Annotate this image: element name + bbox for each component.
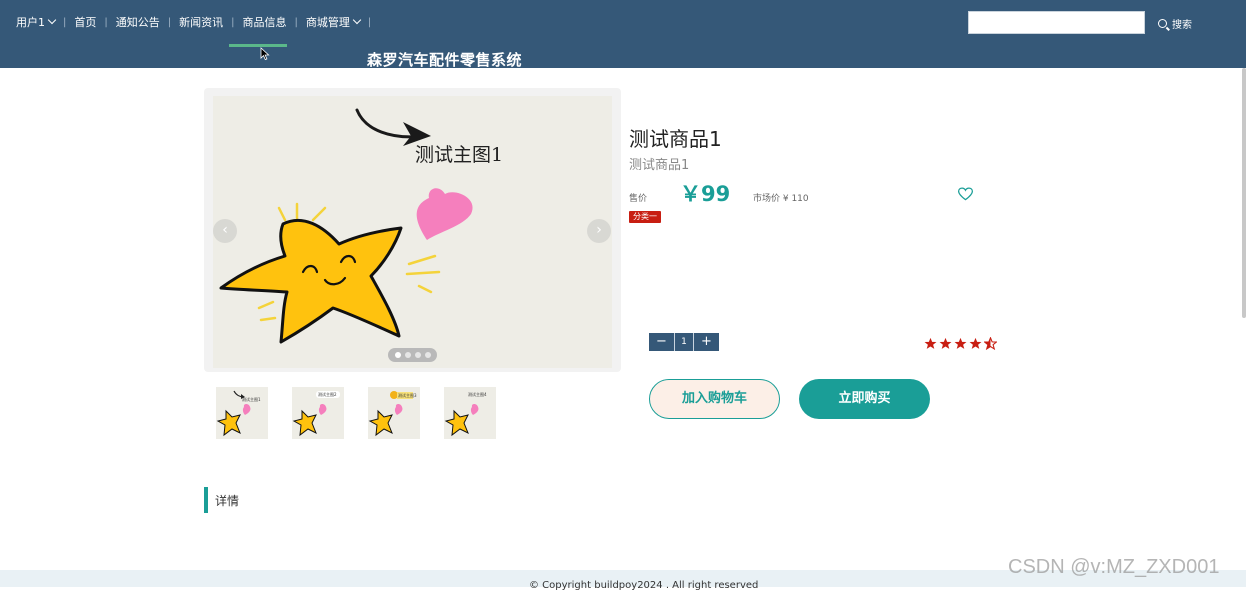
- product-price: ￥99: [680, 182, 731, 206]
- nav-divider: |: [167, 16, 172, 28]
- quantity-increase-button[interactable]: +: [694, 333, 719, 351]
- search-input[interactable]: [968, 11, 1145, 34]
- site-title: 森罗汽车配件零售系统: [367, 51, 523, 69]
- gallery-prev-button[interactable]: ‹: [213, 219, 237, 243]
- thumbnail-1[interactable]: 测试主图1: [216, 387, 268, 439]
- star-icon: [924, 337, 937, 349]
- search-button-label: 搜索: [1172, 20, 1192, 31]
- market-price: 市场价 ¥ 110: [753, 194, 809, 204]
- gallery-dot-4[interactable]: [424, 352, 431, 358]
- thumbnail-4[interactable]: 测试主图4: [444, 387, 496, 439]
- gallery-thumbnails: 测试主图1 测试主图2 测试主图3 测试主图4: [216, 387, 496, 439]
- search-button[interactable]: 搜索: [1158, 16, 1192, 31]
- thumbnail-image: 测试主图3: [368, 391, 417, 437]
- product-main-image[interactable]: 测试主图1: [213, 96, 612, 368]
- star-illustration: 测试主图1: [219, 108, 503, 344]
- user-menu[interactable]: 用户1: [16, 14, 57, 30]
- favorite-button[interactable]: [957, 186, 974, 205]
- page-scrollbar[interactable]: [1242, 68, 1246, 318]
- watermark: CSDN @v:MZ_ZXD001: [1008, 556, 1220, 578]
- star-half-icon: [984, 337, 997, 350]
- category-badge: 分类一: [629, 211, 661, 223]
- chevron-right-icon: ›: [596, 222, 602, 238]
- chevron-down-icon: [47, 15, 57, 25]
- star-icon: [969, 337, 982, 349]
- gallery-dot-1[interactable]: [394, 352, 401, 358]
- thumbnail-caption: 测试主图3: [398, 392, 417, 398]
- product-title: 测试商品1: [629, 127, 722, 151]
- nav-item-mall-admin[interactable]: 商城管理: [305, 14, 362, 30]
- quantity-stepper: − 1 +: [649, 333, 719, 351]
- details-title: 详情: [215, 494, 240, 508]
- plus-icon: +: [701, 334, 712, 349]
- nav-item-products[interactable]: 商品信息: [243, 14, 287, 30]
- star-icon: [939, 337, 952, 349]
- main-image-caption: 测试主图1: [415, 144, 503, 166]
- thumbnail-image: 测试主图1: [216, 390, 261, 437]
- nav-divider: |: [367, 16, 372, 28]
- thumbnail-image: 测试主图4: [444, 391, 487, 437]
- nav-divider: |: [63, 16, 67, 28]
- product-subtitle: 测试商品1: [629, 158, 690, 173]
- nav-item-home[interactable]: 首页: [74, 14, 96, 30]
- thumbnail-3[interactable]: 测试主图3: [368, 387, 420, 439]
- search-icon: [1158, 19, 1167, 28]
- chevron-left-icon: ‹: [222, 222, 228, 238]
- nav-item-news[interactable]: 新闻资讯: [179, 14, 223, 30]
- heart-outline-icon: [957, 187, 974, 201]
- main-nav: 用户1 | 首页 | 通知公告 | 新闻资讯 | 商品信息 | 商城管理 |: [16, 13, 379, 31]
- nav-divider: |: [104, 16, 108, 28]
- nav-item-notices[interactable]: 通知公告: [116, 14, 160, 30]
- thumbnail-caption: 测试主图1: [242, 396, 261, 402]
- details-accent-bar: [204, 487, 208, 513]
- thumbnail-caption: 测试主图2: [318, 391, 337, 397]
- price-label: 售价: [629, 194, 648, 204]
- mouse-cursor-icon: [260, 47, 270, 61]
- thumbnail-2[interactable]: 测试主图2: [292, 387, 344, 439]
- gallery-dot-2[interactable]: [404, 352, 411, 358]
- rating-stars: [924, 337, 997, 350]
- thumbnail-image: 测试主图2: [292, 391, 340, 437]
- gallery-dot-3[interactable]: [414, 352, 421, 358]
- footer-copyright: © Copyright buildpoy2024 . All right res…: [529, 580, 759, 591]
- quantity-decrease-button[interactable]: −: [649, 333, 674, 351]
- gallery-dots: [388, 348, 437, 362]
- star-icon: [954, 337, 967, 349]
- quantity-value[interactable]: 1: [674, 333, 694, 351]
- nav-active-indicator: [229, 44, 287, 47]
- nav-divider: |: [231, 16, 235, 28]
- buy-now-button[interactable]: 立即购买: [799, 379, 930, 419]
- thumbnail-caption: 测试主图4: [468, 391, 487, 397]
- minus-icon: −: [656, 334, 667, 349]
- add-to-cart-button[interactable]: 加入购物车: [649, 379, 780, 419]
- nav-divider: |: [294, 16, 298, 28]
- user-menu-label: 用户1: [16, 16, 45, 29]
- gallery-next-button[interactable]: ›: [587, 219, 611, 243]
- nav-item-mall-admin-label: 商城管理: [305, 16, 350, 29]
- product-gallery: 测试主图1: [204, 88, 621, 372]
- chevron-down-icon: [352, 15, 362, 25]
